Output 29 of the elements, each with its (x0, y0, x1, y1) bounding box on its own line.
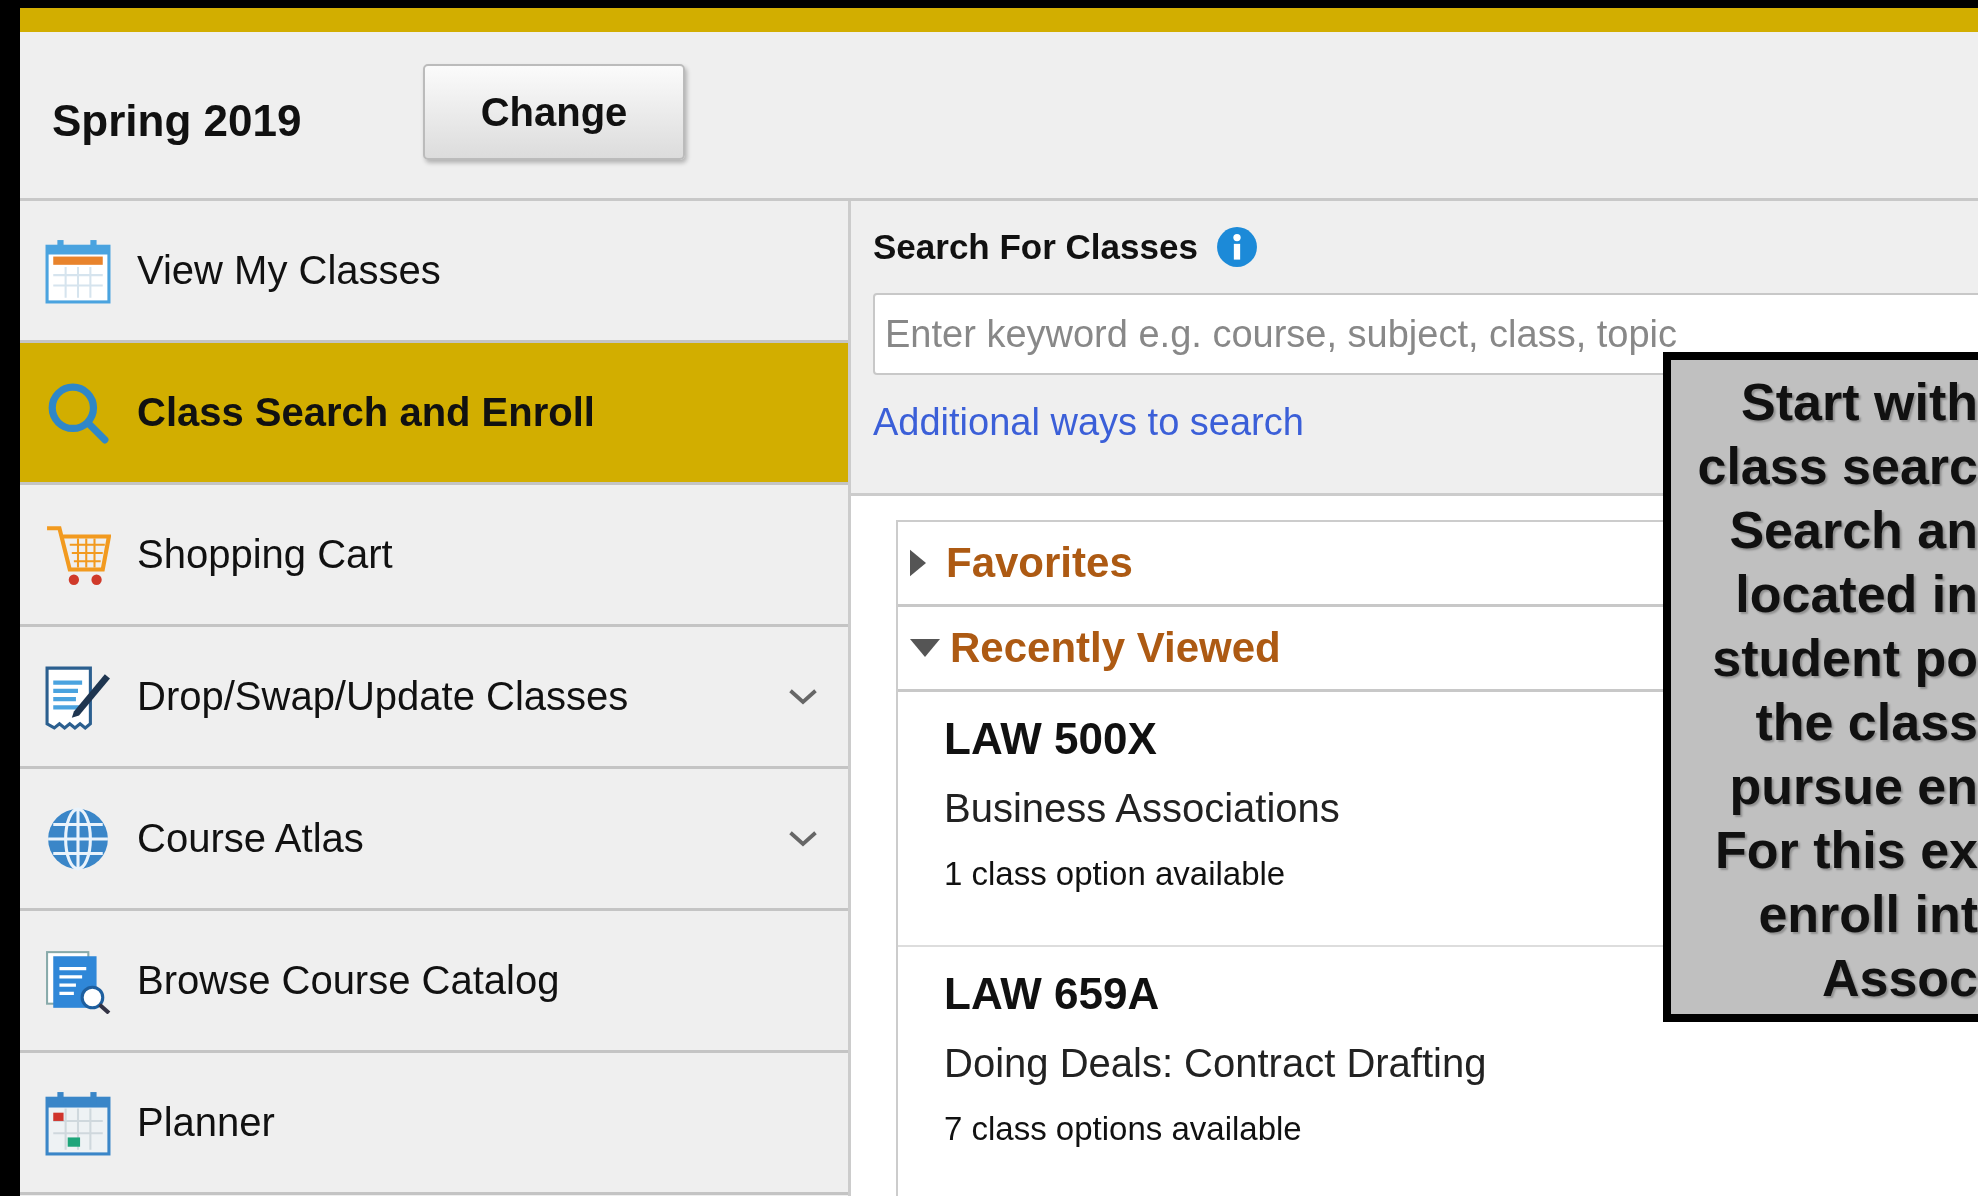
callout-text: the class (1755, 692, 1978, 753)
callout-text: For this ex (1715, 820, 1978, 881)
course-title: Business Associations (944, 786, 1340, 831)
course-code: LAW 500X (944, 714, 1157, 764)
sidebar-item[interactable]: Course Atlas (20, 769, 848, 911)
change-button[interactable]: Change (423, 64, 685, 160)
sidebar-item[interactable]: Browse Course Catalog (20, 911, 848, 1053)
callout-text: class searc (1697, 436, 1978, 497)
callout-text: pursue en (1729, 756, 1978, 817)
callout-text: Start with (1741, 372, 1978, 433)
info-icon[interactable] (1215, 226, 1258, 268)
globe-icon (45, 805, 111, 872)
sidebar-item[interactable]: Class Search and Enroll (20, 343, 848, 485)
sidebar-item[interactable]: Shopping Cart (20, 485, 848, 627)
course-code: LAW 659A (944, 969, 1160, 1019)
class-options-text: 1 class option available (944, 855, 1286, 893)
term-label: Spring 2019 (52, 96, 303, 146)
callout-text: student po (1712, 628, 1978, 689)
class-options-text: 7 class options available (944, 1110, 1302, 1148)
callout-text: Assoc (1821, 948, 1978, 1009)
sidebar-item[interactable]: Drop/Swap/Update Classes (20, 627, 848, 769)
planner-calendar-icon (45, 1089, 111, 1156)
section-title: Search For Classes (873, 227, 1198, 267)
keyword-search-field[interactable]: Enter keyword e.g. course, subject, class, topic (873, 293, 1978, 375)
calendar-icon (45, 237, 111, 304)
additional-search-link[interactable]: Additional ways to search (873, 401, 1304, 444)
sidebar-item[interactable]: Planner (20, 1053, 848, 1195)
callout-text: enroll int (1758, 884, 1978, 945)
course-title: Doing Deals: Contract Drafting (944, 1041, 1487, 1086)
